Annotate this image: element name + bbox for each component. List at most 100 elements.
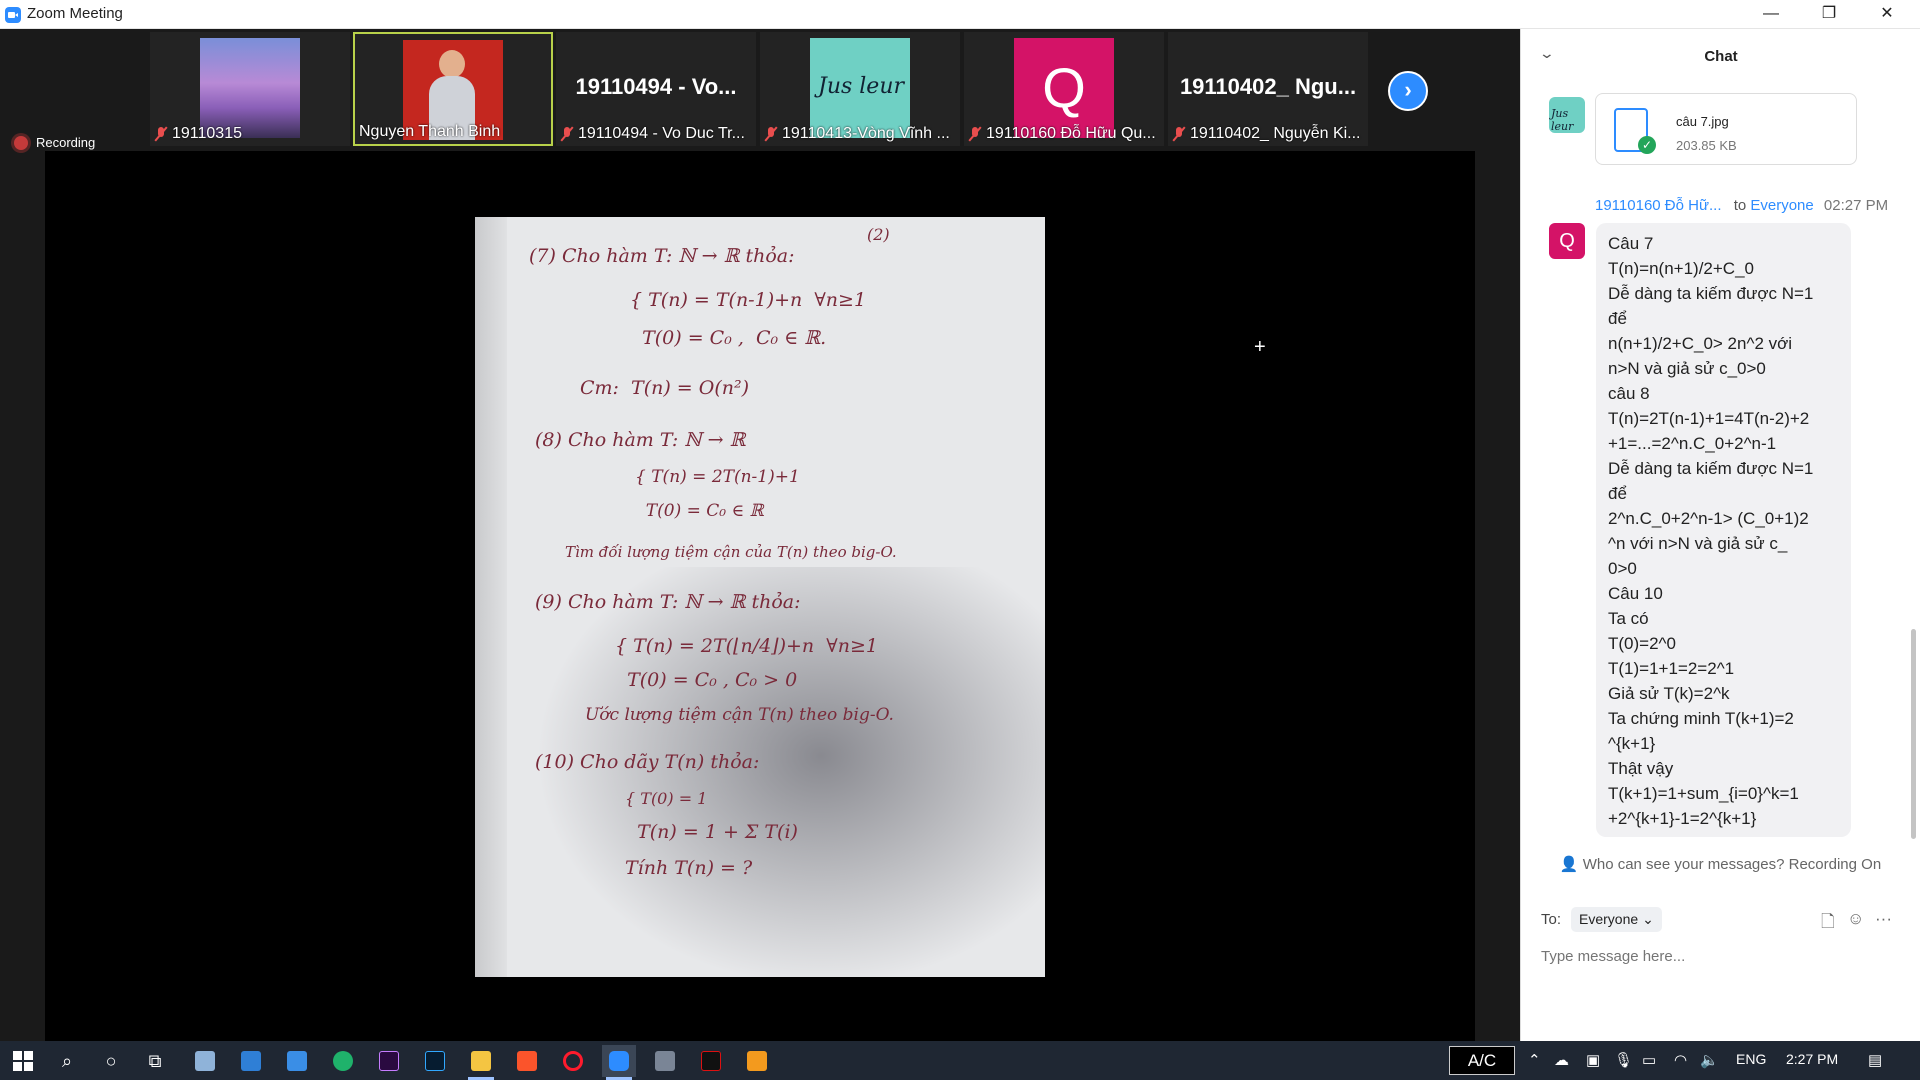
- message-line: T(k+1)=1+sum_{i=0}^k=1: [1608, 784, 1799, 803]
- handwritten-line: Cm: T(n) = O(n²): [580, 377, 750, 399]
- app-icon-orange[interactable]: [740, 1045, 774, 1077]
- chat-header: ⌄ Chat: [1521, 29, 1920, 85]
- message-line: Dễ dàng ta kiếm được N=1: [1608, 459, 1814, 478]
- message-line: Câu 7: [1608, 234, 1654, 253]
- minimize-button[interactable]: —: [1742, 0, 1800, 29]
- message-line: câu 8: [1608, 384, 1650, 403]
- message-line: +1=...=2^n.C_0+2^n-1: [1608, 434, 1777, 453]
- file-icon[interactable]: 🗋: [1821, 909, 1835, 938]
- participant-label: Nguyen Thanh Binh: [359, 122, 547, 142]
- title-bar: Zoom Meeting — ❐ ✕: [0, 0, 1920, 29]
- people-icon: 👤: [1559, 856, 1579, 873]
- taskbar: ⌕ ○ ⧉ A/C ⌃ ☁ ▣ 🎙 ▭ ◠ 🔈 ENG 2:27 PM ▤: [0, 1041, 1920, 1080]
- message-line: T(0)=2^0: [1608, 634, 1676, 653]
- store-icon[interactable]: [280, 1045, 314, 1077]
- notification-icon[interactable]: ▤: [1868, 1051, 1882, 1069]
- handwritten-line: T(0) = C₀ , C₀ > 0: [615, 669, 798, 691]
- app-icon-explorer-preview[interactable]: [188, 1045, 222, 1077]
- message-line: ^{k+1}: [1608, 734, 1656, 753]
- chat-title: Chat: [1704, 48, 1738, 65]
- mic-muted-icon: [1172, 126, 1186, 142]
- participant-tile[interactable]: Nguyen Thanh Binh: [353, 32, 553, 146]
- handwritten-line: { T(n) = 2T(⌊n/4⌋)+n ∀n≥1: [615, 635, 878, 657]
- start-button[interactable]: [6, 1045, 40, 1077]
- zoom-taskbar-icon[interactable]: [602, 1045, 636, 1080]
- participant-name: 19110315: [172, 125, 242, 142]
- handwritten-line: (8) Cho hàm T: ℕ → ℝ: [535, 429, 746, 451]
- handwritten-line: (7) Cho hàm T: ℕ → ℝ thỏa:: [529, 245, 795, 267]
- ac-indicator[interactable]: A/C: [1449, 1046, 1515, 1075]
- edge-icon[interactable]: [326, 1045, 360, 1077]
- participant-strip: 19110315 Nguyen Thanh Binh 19110494 - Vo…: [0, 29, 1520, 151]
- app-icon-red[interactable]: [694, 1045, 728, 1077]
- message-line: Ta có: [1608, 609, 1649, 628]
- handwritten-line: Ước lượng tiệm cận T(n) theo big-O.: [585, 705, 894, 725]
- participant-avatar-q: Q: [1014, 38, 1114, 138]
- handwritten-line: (10) Cho dãy T(n) thỏa:: [535, 751, 760, 773]
- recipient-select[interactable]: Everyone ⌄: [1571, 907, 1662, 932]
- participant-tile[interactable]: 19110315: [150, 32, 350, 146]
- onedrive-icon[interactable]: ☁: [1554, 1051, 1569, 1069]
- recording-indicator[interactable]: Recording: [14, 135, 95, 150]
- microphone-icon[interactable]: 🎙: [1614, 1051, 1633, 1069]
- opera-icon[interactable]: [556, 1045, 590, 1077]
- message-bubble: Câu 7 T(n)=n(n+1)/2+C_0 Dễ dàng ta kiếm …: [1596, 223, 1851, 837]
- next-page-button[interactable]: ›: [1388, 71, 1428, 111]
- brave-icon[interactable]: [510, 1045, 544, 1077]
- participant-display-name: 19110494 - Vo...: [575, 74, 737, 99]
- mail-icon[interactable]: [234, 1045, 268, 1077]
- restore-button[interactable]: ❐: [1800, 0, 1858, 29]
- more-icon[interactable]: ···: [1875, 909, 1892, 929]
- handwritten-line: T(0) = C₀ , C₀ ∈ ℝ.: [630, 327, 827, 349]
- wifi-icon[interactable]: ◠: [1674, 1051, 1687, 1069]
- chevron-up-icon[interactable]: ⌃: [1528, 1051, 1541, 1069]
- chevron-right-icon: ›: [1404, 77, 1412, 102]
- windows-logo-icon: [13, 1051, 33, 1071]
- message-sender[interactable]: 19110160 Đỗ Hữ...: [1595, 197, 1722, 214]
- volume-icon[interactable]: 🔈: [1700, 1051, 1719, 1069]
- signature-image: Jus leur: [818, 74, 905, 99]
- file-explorer-icon[interactable]: [464, 1045, 498, 1080]
- handwritten-line: T(n) = 1 + Σ T(i): [625, 821, 798, 843]
- language-indicator[interactable]: ENG: [1736, 1051, 1766, 1067]
- participant-tile[interactable]: 19110494 - Vo... 19110494 - Vo Duc Tr...: [556, 32, 756, 146]
- chat-panel: ⌄ Chat Jus leur ✓ câu 7.jpg 203.85 KB 19…: [1520, 29, 1920, 1041]
- participant-label: 19110413-Vòng Vĩnh ...: [764, 124, 956, 144]
- mic-muted-icon: [764, 126, 778, 142]
- close-button[interactable]: ✕: [1858, 0, 1916, 29]
- zoom-logo-icon: [5, 7, 21, 23]
- battery-icon[interactable]: ▭: [1642, 1051, 1656, 1069]
- message-line: Dễ dàng ta kiếm được N=1: [1608, 284, 1814, 303]
- search-icon[interactable]: ⌕: [50, 1045, 84, 1077]
- snipping-tool-icon[interactable]: [648, 1045, 682, 1077]
- privacy-text: Who can see your messages? Recording On: [1582, 856, 1882, 873]
- participant-tile[interactable]: Jus leur 19110413-Vòng Vĩnh ...: [760, 32, 960, 146]
- message-meta: 19110160 Đỗ Hữ... to Everyone 02:27 PM: [1595, 197, 1888, 214]
- message-recipient: Everyone: [1750, 197, 1814, 214]
- participant-label: 19110402_ Nguyễn Ki...: [1172, 124, 1364, 144]
- message-line: Giả sử T(k)=2^k: [1608, 684, 1730, 703]
- message-line: ^n với n>N và giả sử c_: [1608, 534, 1788, 553]
- message-line: T(1)=1+1=2=2^1: [1608, 659, 1735, 678]
- photoshop-icon[interactable]: [418, 1045, 452, 1077]
- privacy-notice[interactable]: 👤 Who can see your messages? Recording O…: [1521, 855, 1920, 873]
- crosshair-cursor-icon: +: [1254, 336, 1266, 358]
- participant-label: 19110315: [154, 124, 346, 144]
- message-line: n(n+1)/2+C_0> 2n^2 với: [1608, 334, 1793, 353]
- premiere-icon[interactable]: [372, 1045, 406, 1077]
- window-title: Zoom Meeting: [27, 5, 123, 22]
- recipient-row: To: Everyone ⌄: [1541, 907, 1662, 932]
- file-attachment[interactable]: ✓ câu 7.jpg 203.85 KB: [1595, 93, 1857, 165]
- task-view-icon[interactable]: ⧉: [138, 1045, 172, 1077]
- participant-name: 19110402_ Nguyễn Ki...: [1190, 125, 1361, 142]
- participant-tile[interactable]: Q 19110160 Đỗ Hữu Qu...: [964, 32, 1164, 146]
- message-input[interactable]: [1541, 945, 1901, 967]
- cortana-icon[interactable]: ○: [94, 1045, 128, 1077]
- clock[interactable]: 2:27 PM: [1786, 1051, 1838, 1067]
- recording-dot-icon: [14, 135, 28, 150]
- chat-scrollbar[interactable]: [1911, 629, 1916, 839]
- device-icon[interactable]: ▣: [1586, 1051, 1600, 1069]
- participant-tile[interactable]: 19110402_ Ngu... 19110402_ Nguyễn Ki...: [1168, 32, 1368, 146]
- recording-label: Recording: [36, 135, 96, 150]
- emoji-icon[interactable]: ☺: [1847, 909, 1864, 929]
